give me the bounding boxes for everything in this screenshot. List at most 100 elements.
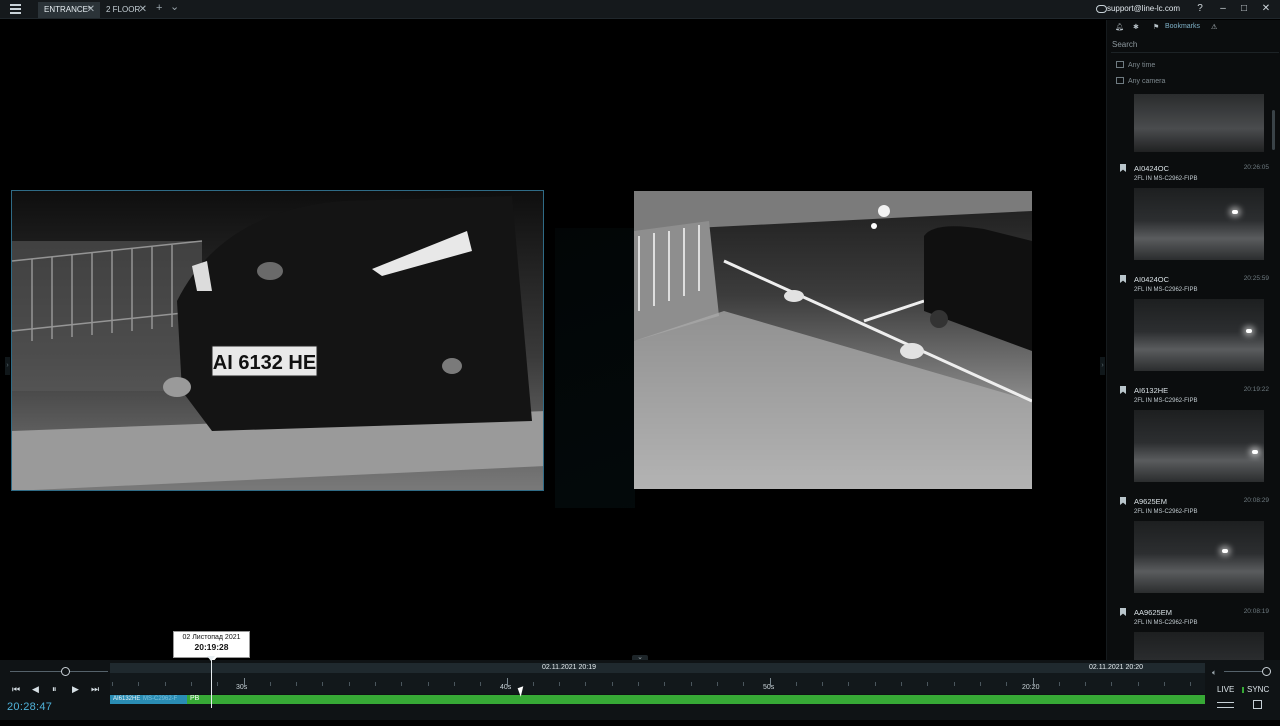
timeline-tick [901, 682, 902, 686]
bookmark-item[interactable]: AI6132HE 20:19:22 2FL IN MS-C2962-FIPB [1111, 382, 1271, 492]
motion-person-icon[interactable]: ✱ [1133, 23, 1139, 31]
volume-icon[interactable]: 🔈︎ [1212, 668, 1217, 678]
timeline-tick [112, 682, 113, 686]
sync-button[interactable]: SYNC [1247, 685, 1269, 694]
bookmark-plate: AI0424OC [1134, 275, 1170, 284]
tab-entrance[interactable]: ENTRANCE* ✕ [38, 2, 100, 18]
timeline-tick [664, 682, 666, 686]
camera-icon [1116, 77, 1124, 84]
volume-knob[interactable] [1262, 667, 1271, 676]
timeline-tick [1006, 682, 1008, 686]
skip-back-button[interactable]: ⏮ [12, 684, 20, 695]
bookmark-tab-icon[interactable]: ⚑ [1153, 23, 1159, 31]
tab-2-floor-label: 2 FLOOR [106, 5, 141, 14]
pause-button[interactable]: ⏸ [52, 684, 57, 695]
camera-view-2-floor[interactable] [634, 191, 1032, 489]
volume-slider[interactable] [1224, 667, 1271, 676]
side-panel: 🔔︎ ✱ ⚑ Bookmarks ⚠ Search Any time Any c… [1106, 20, 1280, 704]
bookmark-camera: 2FL IN MS-C2962-FIPB [1134, 509, 1198, 515]
calendar-icon [1116, 61, 1124, 68]
timeline-tick [480, 682, 482, 686]
tooltip-date: 02 Листопад 2021 [182, 634, 241, 641]
step-forward-button[interactable]: ▶ [72, 684, 79, 695]
bookmark-thumbnail[interactable] [1134, 521, 1264, 593]
filter-time[interactable]: Any time [1116, 61, 1155, 69]
filter-time-label: Any time [1128, 62, 1156, 69]
timeline-tick [1190, 682, 1192, 686]
hamburger-menu-icon[interactable] [10, 4, 30, 16]
bookmark-list: AI0424OC 20:26:05 2FL IN MS-C2962-FIPB A… [1111, 160, 1271, 726]
notifications-bell-icon[interactable]: 🔔︎ [1115, 23, 1124, 31]
timeline-tick [690, 682, 692, 686]
add-tab-icon[interactable]: + [156, 2, 162, 14]
bookmark-camera: 2FL IN MS-C2962-FIPB [1134, 398, 1198, 404]
camera-frame-car: AI 6132 HE [12, 191, 543, 490]
tab-entrance-close-icon[interactable]: ✕ [87, 2, 95, 18]
tab-2-floor-close-icon[interactable]: ✕ [139, 2, 147, 18]
camera-view-entrance[interactable]: AI 6132 HE [11, 190, 544, 491]
skip-forward-button[interactable]: ⏭ [91, 684, 99, 695]
timeline-tick [874, 682, 876, 686]
close-window-icon[interactable]: ✕ [1259, 3, 1273, 14]
help-icon[interactable]: ? [1193, 3, 1207, 14]
bookmark-camera: 2FL IN MS-C2962-FIPB [1134, 176, 1198, 182]
timeline-panel: − + 02.11.2021 20:19 02.11.2021 20:20 30… [0, 660, 1280, 720]
recording-track[interactable]: AI6132HE MS-C2962-F PB [110, 695, 1205, 704]
maximize-icon[interactable]: □ [1237, 3, 1251, 14]
tab-bookmarks[interactable]: Bookmarks [1165, 23, 1200, 30]
step-back-button[interactable]: ◀ [32, 684, 39, 695]
bookmark-search-input[interactable]: Search [1111, 40, 1279, 53]
timeline-tick [1137, 682, 1139, 686]
layout-icon[interactable] [1217, 702, 1234, 708]
bookmark-camera: 2FL IN MS-C2962-FIPB [1134, 287, 1198, 293]
slider-knob[interactable] [61, 667, 70, 676]
bookmark-item[interactable]: A9625EM 20:08:29 2FL IN MS-C2962-FIPB [1111, 493, 1271, 603]
timeline-tick [611, 682, 613, 686]
bookmark-time: 20:19:22 [1243, 386, 1269, 393]
timeline-tick [243, 678, 245, 686]
bookmark-plate: AI6132HE [1134, 386, 1169, 395]
timeline-header-left: 02.11.2021 20:19 [542, 664, 596, 671]
tab-2-floor[interactable]: 2 FLOOR ✕ [100, 2, 152, 18]
timeline-ruler[interactable]: 30s 40s 50s 20:20 [110, 673, 1205, 694]
support-email[interactable]: support@line-lc.com [1107, 4, 1180, 13]
timeline-label-2020: 20:20 [1022, 684, 1040, 691]
playback-speed-slider[interactable] [10, 667, 108, 676]
track-suffix: PB [190, 695, 200, 702]
filter-camera[interactable]: Any camera [1116, 77, 1165, 85]
calendar-button-icon[interactable] [1253, 700, 1262, 709]
tabs-dropdown-icon[interactable]: ⌄ [170, 0, 179, 13]
bookmark-item[interactable]: AI0424OC 20:26:05 2FL IN MS-C2962-FIPB [1111, 160, 1271, 270]
timeline-tick [559, 682, 561, 686]
timeline-tick [138, 682, 140, 686]
timeline-tick [822, 682, 824, 686]
bookmark-time: 20:08:19 [1243, 608, 1269, 615]
timeline-header-right: 02.11.2021 20:20 [1089, 664, 1143, 671]
bookmark-thumbnail[interactable] [1134, 188, 1264, 260]
bookmark-thumbnail[interactable] [1134, 299, 1264, 371]
bookmark-flag-icon [1120, 386, 1126, 394]
sync-indicator [1242, 687, 1244, 693]
right-panel-toggle-icon[interactable]: › [1100, 357, 1105, 375]
side-panel-tabs: 🔔︎ ✱ ⚑ Bookmarks ⚠ [1107, 20, 1280, 37]
bookmark-camera: 2FL IN MS-C2962-FIPB [1134, 620, 1198, 626]
timeline-tick [453, 682, 455, 686]
tooltip-time: 20:19:28 [194, 642, 229, 652]
bookmark-list-scrollbar[interactable] [1272, 110, 1275, 150]
minimize-icon[interactable]: – [1216, 3, 1230, 14]
bookmark-thumbnail[interactable] [1134, 94, 1264, 152]
timeline-tick [532, 682, 534, 686]
timeline-tick [795, 682, 797, 686]
timeline-tick [927, 682, 929, 686]
timeline-tick [953, 682, 955, 686]
live-button[interactable]: LIVE [1217, 685, 1234, 694]
timeline-tick [1111, 682, 1113, 686]
playhead-marker[interactable] [207, 656, 215, 708]
bookmark-item[interactable]: AI0424OC 20:25:59 2FL IN MS-C2962-FIPB [1111, 271, 1271, 381]
license-plate-text: AI 6132 HE [213, 352, 316, 374]
left-panel-toggle-icon[interactable]: › [5, 357, 10, 375]
warning-icon[interactable]: ⚠ [1211, 23, 1217, 31]
bookmark-thumbnail[interactable] [1134, 410, 1264, 482]
timeline-tick [217, 682, 219, 686]
timeline-tick [1164, 682, 1165, 686]
